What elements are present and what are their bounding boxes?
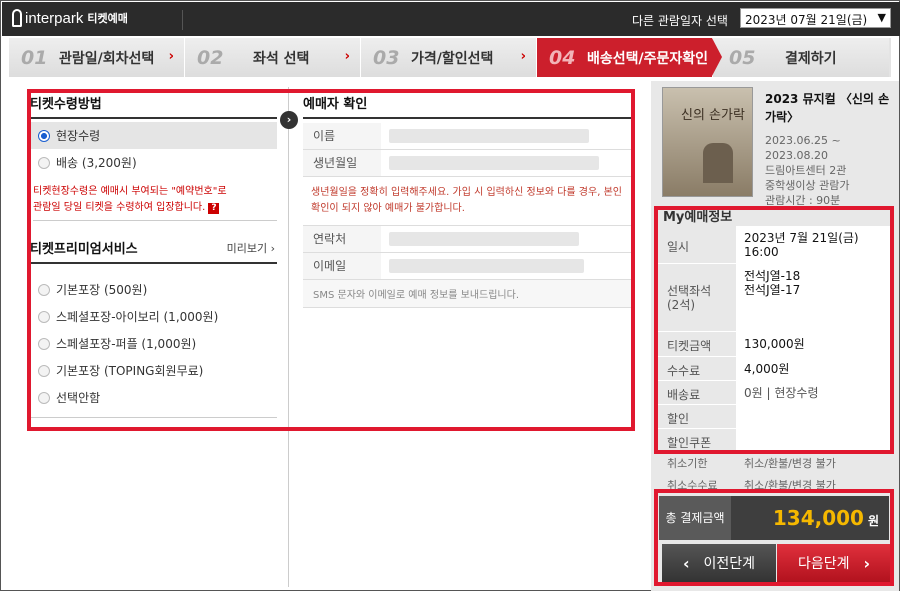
step-navigation: 01 관람일/회차선택 › 02 좌석 선택 › 03 가격/할인선택 › 04… <box>9 38 891 77</box>
poster-figure <box>703 143 733 183</box>
show-info: 2023.06.25 ~ 2023.08.20 드림아트센터 2관 중학생이상 … <box>765 133 895 208</box>
step-number: 03 <box>373 46 400 69</box>
step-label: 결제하기 <box>785 50 837 67</box>
date-select-label: 다른 관람일자 선택 <box>632 14 728 28</box>
step-label: 배송선택/주문자확인 <box>587 50 709 67</box>
step-number: 01 <box>21 46 48 69</box>
show-venue: 드림아트센터 2관 <box>765 164 847 177</box>
step-3[interactable]: 03 가격/할인선택 › <box>361 38 537 77</box>
step-2[interactable]: 02 좌석 선택 › <box>185 38 361 77</box>
annotation-box-payment <box>654 489 894 586</box>
logo-subtext: 티켓예매 <box>87 12 128 25</box>
annotation-box-my-booking <box>654 206 894 454</box>
logo-icon <box>12 9 22 27</box>
chevron-right-icon: › <box>520 49 526 64</box>
cancel-deadline-label: 취소기한 <box>667 457 708 470</box>
chevron-right-icon: › <box>168 49 174 64</box>
date-select[interactable]: 2023년 07월 21일(금) ▼ <box>740 8 891 28</box>
chevron-down-icon: ▼ <box>877 11 886 24</box>
step-4: 04 배송선택/주문자확인 <box>537 38 722 77</box>
top-bar: interpark 티켓예매 다른 관람일자 선택 2023년 07월 21일(… <box>2 2 900 36</box>
poster-title: 신의 손가락 <box>681 108 745 123</box>
step-5: 05 결제하기 <box>713 38 889 77</box>
step-label: 관람일/회차선택 <box>59 50 155 67</box>
step-number: 02 <box>197 46 224 69</box>
cancel-deadline-value: 취소/환불/변경 불가 <box>744 457 836 470</box>
show-period: 2023.06.25 ~ 2023.08.20 <box>765 134 841 162</box>
step-number: 04 <box>549 46 576 69</box>
show-poster: 신의 손가락 <box>662 87 753 197</box>
show-age: 중학생이상 관람가 <box>765 179 850 192</box>
topbar-divider <box>178 10 183 30</box>
cancel-deadline-row: 취소기한 취소/환불/변경 불가 <box>657 455 892 471</box>
chevron-right-icon: › <box>344 49 350 64</box>
step-1[interactable]: 01 관람일/회차선택 › <box>9 38 185 77</box>
step-label: 좌석 선택 <box>253 50 310 67</box>
booking-window: interpark 티켓예매 다른 관람일자 선택 2023년 07월 21일(… <box>0 0 900 591</box>
logo-text: interpark <box>25 9 84 27</box>
date-select-value: 2023년 07월 21일(금) <box>745 13 868 27</box>
step-label: 가격/할인선택 <box>411 50 494 67</box>
interpark-logo[interactable]: interpark 티켓예매 <box>12 9 128 27</box>
step-number: 05 <box>729 46 756 69</box>
show-title: 2023 뮤지컬 〈신의 손가락〉 <box>765 92 890 124</box>
annotation-box-left <box>27 89 635 431</box>
